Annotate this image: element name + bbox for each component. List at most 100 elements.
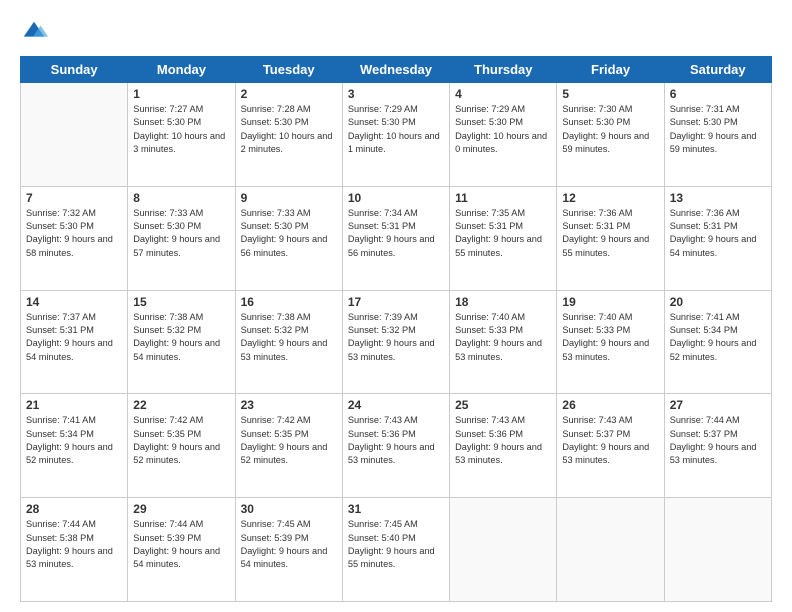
day-number: 28 bbox=[26, 502, 122, 516]
calendar-cell bbox=[557, 498, 664, 602]
day-number: 3 bbox=[348, 87, 444, 101]
calendar-cell: 17 Sunrise: 7:39 AMSunset: 5:32 PMDayligh… bbox=[342, 290, 449, 394]
cell-details: Sunrise: 7:31 AMSunset: 5:30 PMDaylight:… bbox=[670, 103, 766, 156]
day-number: 6 bbox=[670, 87, 766, 101]
calendar-table: SundayMondayTuesdayWednesdayThursdayFrid… bbox=[20, 56, 772, 602]
calendar-week-row: 1 Sunrise: 7:27 AMSunset: 5:30 PMDaylight… bbox=[21, 83, 772, 187]
logo-icon bbox=[20, 18, 48, 46]
calendar-cell: 24 Sunrise: 7:43 AMSunset: 5:36 PMDayligh… bbox=[342, 394, 449, 498]
cell-details: Sunrise: 7:42 AMSunset: 5:35 PMDaylight:… bbox=[133, 414, 229, 467]
day-number: 26 bbox=[562, 398, 658, 412]
calendar-cell: 14Sunrise: 7:37 AMSunset: 5:31 PMDayligh… bbox=[21, 290, 128, 394]
cell-details: Sunrise: 7:45 AMSunset: 5:40 PMDaylight:… bbox=[348, 518, 444, 571]
day-number: 15 bbox=[133, 295, 229, 309]
day-number: 13 bbox=[670, 191, 766, 205]
cell-details: Sunrise: 7:38 AMSunset: 5:32 PMDaylight:… bbox=[133, 311, 229, 364]
calendar-cell: 2 Sunrise: 7:28 AMSunset: 5:30 PMDaylight… bbox=[235, 83, 342, 187]
header bbox=[20, 18, 772, 46]
day-number: 12 bbox=[562, 191, 658, 205]
day-number: 8 bbox=[133, 191, 229, 205]
cell-details: Sunrise: 7:36 AMSunset: 5:31 PMDaylight:… bbox=[670, 207, 766, 260]
day-number: 1 bbox=[133, 87, 229, 101]
cell-details: Sunrise: 7:43 AMSunset: 5:37 PMDaylight:… bbox=[562, 414, 658, 467]
day-number: 4 bbox=[455, 87, 551, 101]
day-number: 7 bbox=[26, 191, 122, 205]
cell-details: Sunrise: 7:44 AMSunset: 5:37 PMDaylight:… bbox=[670, 414, 766, 467]
calendar-header-row: SundayMondayTuesdayWednesdayThursdayFrid… bbox=[21, 57, 772, 83]
cell-details: Sunrise: 7:39 AMSunset: 5:32 PMDaylight:… bbox=[348, 311, 444, 364]
calendar-cell: 9 Sunrise: 7:33 AMSunset: 5:30 PMDaylight… bbox=[235, 186, 342, 290]
calendar-cell: 28 Sunrise: 7:44 AMSunset: 5:38 PMDayligh… bbox=[21, 498, 128, 602]
day-number: 2 bbox=[241, 87, 337, 101]
day-number: 22 bbox=[133, 398, 229, 412]
weekday-header: Sunday bbox=[21, 57, 128, 83]
calendar-cell: 25Sunrise: 7:43 AMSunset: 5:36 PMDayligh… bbox=[450, 394, 557, 498]
cell-details: Sunrise: 7:27 AMSunset: 5:30 PMDaylight:… bbox=[133, 103, 229, 156]
day-number: 27 bbox=[670, 398, 766, 412]
day-number: 19 bbox=[562, 295, 658, 309]
calendar-cell: 12 Sunrise: 7:36 AMSunset: 5:31 PMDayligh… bbox=[557, 186, 664, 290]
cell-details: Sunrise: 7:38 AMSunset: 5:32 PMDaylight:… bbox=[241, 311, 337, 364]
calendar-cell: 5Sunrise: 7:30 AMSunset: 5:30 PMDaylight… bbox=[557, 83, 664, 187]
calendar-cell: 4 Sunrise: 7:29 AMSunset: 5:30 PMDaylight… bbox=[450, 83, 557, 187]
cell-details: Sunrise: 7:33 AMSunset: 5:30 PMDaylight:… bbox=[133, 207, 229, 260]
cell-details: Sunrise: 7:36 AMSunset: 5:31 PMDaylight:… bbox=[562, 207, 658, 260]
day-number: 17 bbox=[348, 295, 444, 309]
calendar-cell: 3 Sunrise: 7:29 AMSunset: 5:30 PMDaylight… bbox=[342, 83, 449, 187]
calendar-cell: 19 Sunrise: 7:40 AMSunset: 5:33 PMDayligh… bbox=[557, 290, 664, 394]
weekday-header: Saturday bbox=[664, 57, 771, 83]
calendar-cell: 8 Sunrise: 7:33 AMSunset: 5:30 PMDaylight… bbox=[128, 186, 235, 290]
calendar-cell: 23 Sunrise: 7:42 AMSunset: 5:35 PMDayligh… bbox=[235, 394, 342, 498]
calendar-cell: 20Sunrise: 7:41 AMSunset: 5:34 PMDayligh… bbox=[664, 290, 771, 394]
calendar-week-row: 7 Sunrise: 7:32 AMSunset: 5:30 PMDaylight… bbox=[21, 186, 772, 290]
calendar-cell: 21Sunrise: 7:41 AMSunset: 5:34 PMDayligh… bbox=[21, 394, 128, 498]
cell-details: Sunrise: 7:45 AMSunset: 5:39 PMDaylight:… bbox=[241, 518, 337, 571]
weekday-header: Monday bbox=[128, 57, 235, 83]
day-number: 10 bbox=[348, 191, 444, 205]
day-number: 24 bbox=[348, 398, 444, 412]
day-number: 30 bbox=[241, 502, 337, 516]
calendar-cell: 13 Sunrise: 7:36 AMSunset: 5:31 PMDayligh… bbox=[664, 186, 771, 290]
cell-details: Sunrise: 7:40 AMSunset: 5:33 PMDaylight:… bbox=[562, 311, 658, 364]
day-number: 31 bbox=[348, 502, 444, 516]
calendar-cell: 30 Sunrise: 7:45 AMSunset: 5:39 PMDayligh… bbox=[235, 498, 342, 602]
day-number: 9 bbox=[241, 191, 337, 205]
cell-details: Sunrise: 7:40 AMSunset: 5:33 PMDaylight:… bbox=[455, 311, 551, 364]
cell-details: Sunrise: 7:33 AMSunset: 5:30 PMDaylight:… bbox=[241, 207, 337, 260]
cell-details: Sunrise: 7:29 AMSunset: 5:30 PMDaylight:… bbox=[348, 103, 444, 156]
cell-details: Sunrise: 7:41 AMSunset: 5:34 PMDaylight:… bbox=[26, 414, 122, 467]
day-number: 5 bbox=[562, 87, 658, 101]
day-number: 20 bbox=[670, 295, 766, 309]
calendar-cell: 16 Sunrise: 7:38 AMSunset: 5:32 PMDayligh… bbox=[235, 290, 342, 394]
calendar-week-row: 14Sunrise: 7:37 AMSunset: 5:31 PMDayligh… bbox=[21, 290, 772, 394]
cell-details: Sunrise: 7:29 AMSunset: 5:30 PMDaylight:… bbox=[455, 103, 551, 156]
cell-details: Sunrise: 7:34 AMSunset: 5:31 PMDaylight:… bbox=[348, 207, 444, 260]
cell-details: Sunrise: 7:44 AMSunset: 5:38 PMDaylight:… bbox=[26, 518, 122, 571]
cell-details: Sunrise: 7:28 AMSunset: 5:30 PMDaylight:… bbox=[241, 103, 337, 156]
cell-details: Sunrise: 7:42 AMSunset: 5:35 PMDaylight:… bbox=[241, 414, 337, 467]
weekday-header: Friday bbox=[557, 57, 664, 83]
calendar-cell bbox=[664, 498, 771, 602]
cell-details: Sunrise: 7:43 AMSunset: 5:36 PMDaylight:… bbox=[348, 414, 444, 467]
calendar-cell bbox=[450, 498, 557, 602]
cell-details: Sunrise: 7:44 AMSunset: 5:39 PMDaylight:… bbox=[133, 518, 229, 571]
weekday-header: Thursday bbox=[450, 57, 557, 83]
logo bbox=[20, 18, 52, 46]
day-number: 25 bbox=[455, 398, 551, 412]
calendar-cell: 26 Sunrise: 7:43 AMSunset: 5:37 PMDayligh… bbox=[557, 394, 664, 498]
day-number: 29 bbox=[133, 502, 229, 516]
day-number: 11 bbox=[455, 191, 551, 205]
day-number: 16 bbox=[241, 295, 337, 309]
calendar-week-row: 28 Sunrise: 7:44 AMSunset: 5:38 PMDayligh… bbox=[21, 498, 772, 602]
calendar-cell: 29 Sunrise: 7:44 AMSunset: 5:39 PMDayligh… bbox=[128, 498, 235, 602]
cell-details: Sunrise: 7:37 AMSunset: 5:31 PMDaylight:… bbox=[26, 311, 122, 364]
day-number: 23 bbox=[241, 398, 337, 412]
calendar-cell: 18 Sunrise: 7:40 AMSunset: 5:33 PMDayligh… bbox=[450, 290, 557, 394]
day-number: 18 bbox=[455, 295, 551, 309]
weekday-header: Wednesday bbox=[342, 57, 449, 83]
calendar-cell: 6 Sunrise: 7:31 AMSunset: 5:30 PMDaylight… bbox=[664, 83, 771, 187]
page: SundayMondayTuesdayWednesdayThursdayFrid… bbox=[0, 0, 792, 612]
calendar-cell: 31 Sunrise: 7:45 AMSunset: 5:40 PMDayligh… bbox=[342, 498, 449, 602]
calendar-cell: 7 Sunrise: 7:32 AMSunset: 5:30 PMDaylight… bbox=[21, 186, 128, 290]
cell-details: Sunrise: 7:32 AMSunset: 5:30 PMDaylight:… bbox=[26, 207, 122, 260]
